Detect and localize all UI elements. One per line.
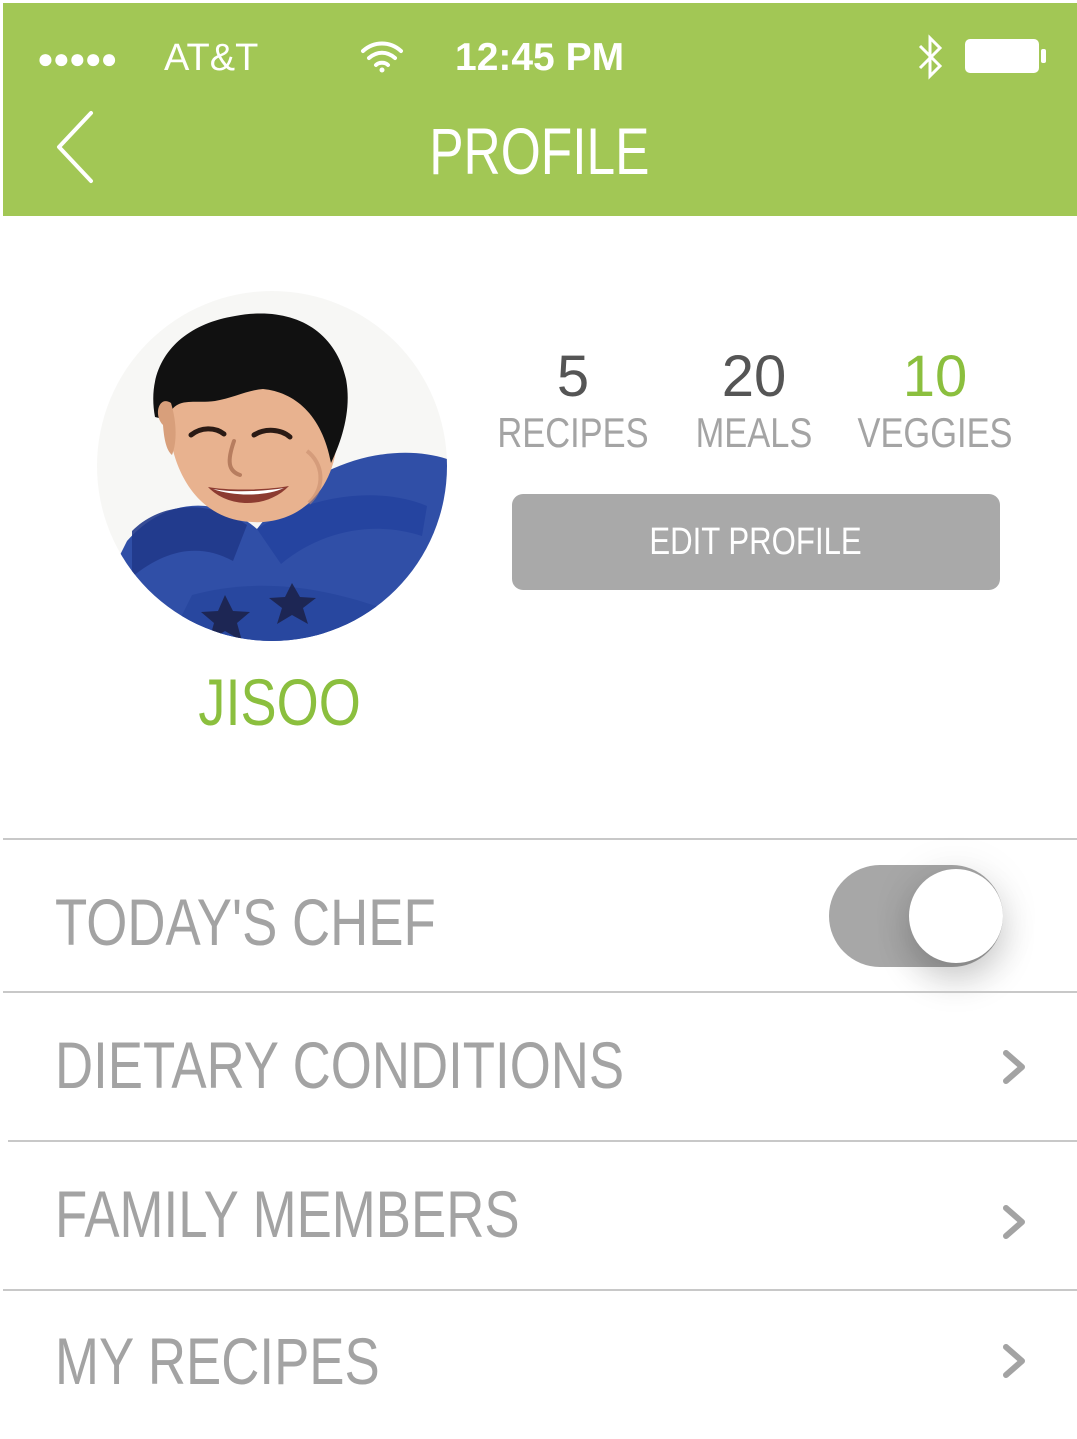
- my-recipes-label: MY RECIPES: [55, 1324, 380, 1398]
- edit-profile-button[interactable]: EDIT PROFILE: [512, 494, 1000, 590]
- veggies-label: VEGGIES: [857, 409, 1013, 456]
- recipes-count: 5: [556, 344, 590, 409]
- meals-count: 20: [721, 344, 787, 409]
- family-members-label: FAMILY MEMBERS: [55, 1177, 520, 1251]
- dietary-conditions-label: DIETARY CONDITIONS: [55, 1028, 625, 1102]
- meals-label: MEALS: [695, 409, 813, 456]
- toggle-knob: [909, 869, 1003, 963]
- menu-row-my-recipes[interactable]: MY RECIPES: [3, 1291, 1077, 1439]
- battery-icon: [965, 39, 1046, 73]
- chevron-right-icon: [1003, 1205, 1025, 1239]
- menu-row-family-members[interactable]: FAMILY MEMBERS: [3, 1142, 1077, 1290]
- menu-row-dietary-conditions[interactable]: DIETARY CONDITIONS: [3, 993, 1077, 1141]
- signal-strength-icon: ●●●●●: [37, 43, 118, 74]
- profile-name: JISOO: [198, 665, 361, 739]
- chevron-left-icon: [57, 111, 93, 183]
- stat-meals[interactable]: 20 MEALS: [659, 346, 849, 458]
- status-bar: ●●●●● AT&T 12:45 PM: [3, 3, 1077, 103]
- back-button[interactable]: [51, 107, 105, 187]
- edit-profile-label: EDIT PROFILE: [649, 521, 863, 563]
- page-title: PROFILE: [429, 114, 650, 188]
- veggies-count: 10: [902, 344, 968, 409]
- bluetooth-icon: [918, 34, 943, 80]
- avatar-photo: [97, 291, 447, 641]
- stat-recipes[interactable]: 5 RECIPES: [478, 346, 668, 458]
- wifi-icon: [361, 41, 403, 73]
- avatar[interactable]: [97, 291, 447, 641]
- chevron-right-icon: [1003, 1050, 1025, 1084]
- app-header: ●●●●● AT&T 12:45 PM PROFILE: [3, 3, 1077, 216]
- todays-chef-toggle[interactable]: [829, 865, 1003, 967]
- status-time: 12:45 PM: [455, 36, 625, 79]
- recipes-label: RECIPES: [497, 409, 649, 456]
- divider: [3, 838, 1077, 840]
- chevron-right-icon: [1003, 1344, 1025, 1378]
- carrier-name: AT&T: [164, 37, 259, 79]
- todays-chef-label: TODAY'S CHEF: [55, 885, 436, 959]
- stat-veggies[interactable]: 10 VEGGIES: [840, 346, 1030, 458]
